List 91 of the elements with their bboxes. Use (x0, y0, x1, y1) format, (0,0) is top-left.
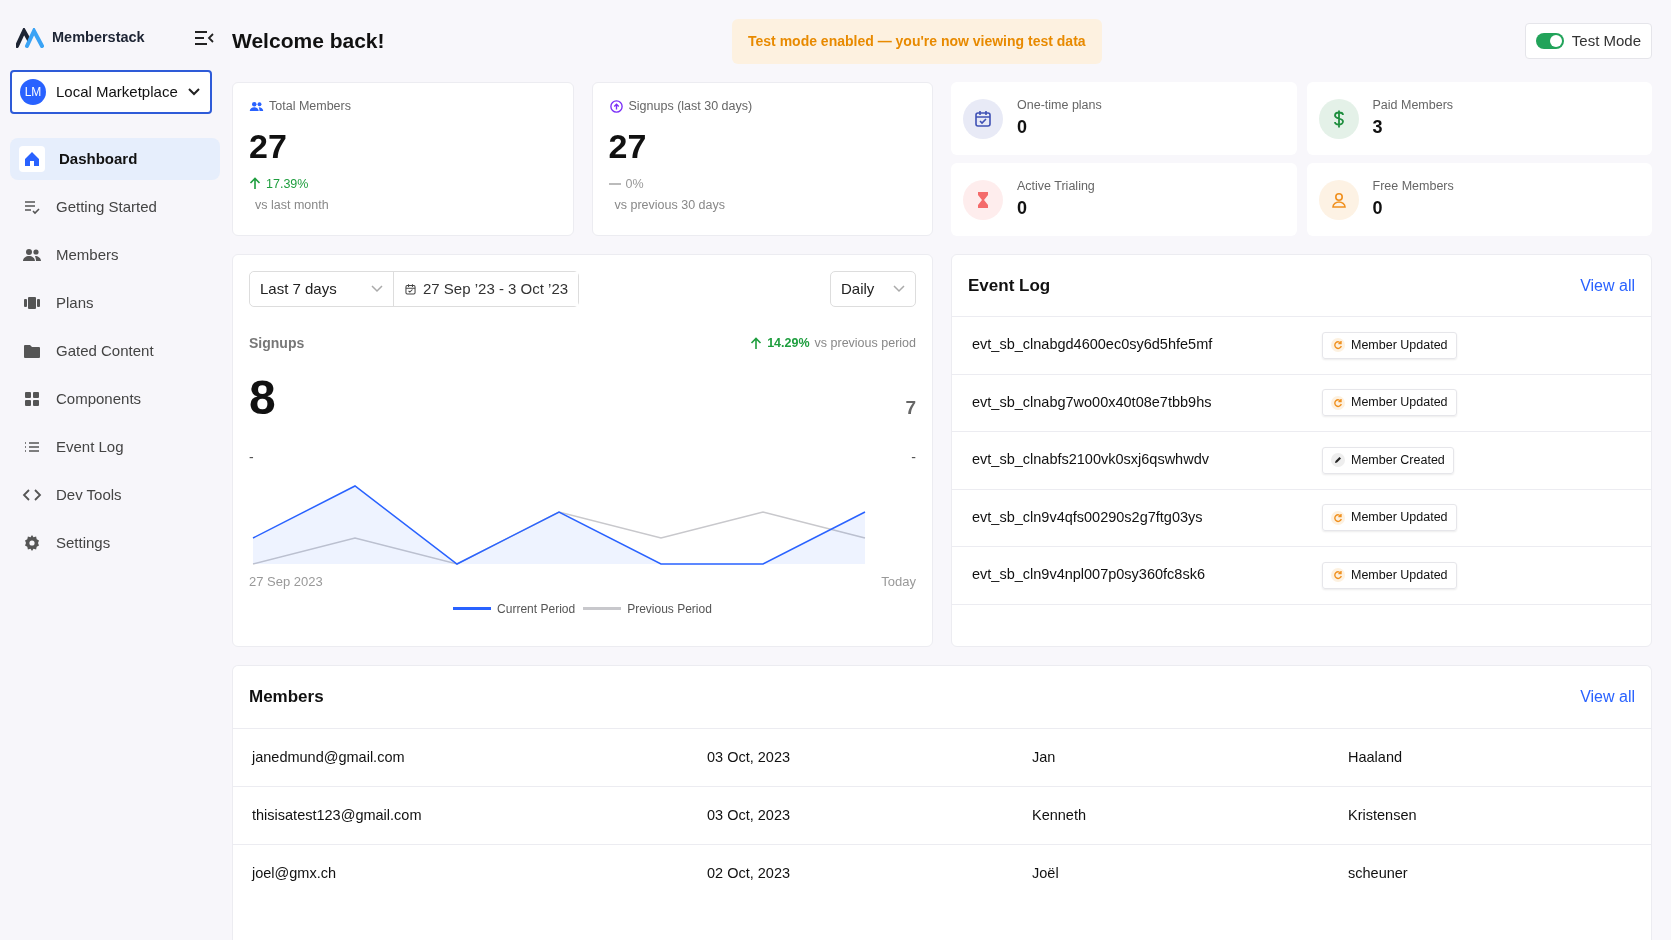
legend-label: Current Period (497, 600, 576, 618)
event-type-tag: Member Updated (1322, 504, 1457, 532)
table-cell-text: Kristensen (1348, 805, 1418, 825)
menu-icon[interactable] (194, 30, 214, 46)
grid-icon (22, 389, 42, 409)
sidebar-item[interactable]: Components (10, 378, 220, 420)
stat-label: Active Trialing (1017, 177, 1095, 195)
stat-note: vs last month (255, 197, 330, 215)
stat-label: Signups (last 30 days) (628, 98, 753, 115)
refresh-icon (1331, 395, 1345, 410)
previous-total: 7 (905, 395, 916, 420)
up-arrow-icon (750, 337, 763, 350)
marker: - (249, 450, 254, 464)
table-cell-text: janedmund@gmail.com (252, 747, 406, 767)
table-cell-text: 03 Oct, 2023 (707, 805, 792, 825)
table-cell-text: scheuner (1348, 863, 1409, 883)
stat-value: 3 (1372, 116, 1384, 140)
table-cell-text: Joël (1032, 863, 1060, 883)
table-cell-text: Kenneth (1032, 805, 1088, 825)
card-title: Members (249, 686, 324, 709)
chevron-down-icon (371, 285, 383, 293)
table-cell-text: 02 Oct, 2023 (707, 863, 792, 883)
test-mode-banner: Test mode enabled — you're now viewing test data (732, 18, 1102, 64)
chevron-down-icon (187, 88, 200, 96)
stat-value: 0 (1372, 197, 1384, 221)
sidebar-item[interactable]: Getting Started (10, 186, 220, 228)
settings-icon (22, 533, 42, 553)
stat-label: Total Members (269, 98, 351, 115)
event-type-tag: Member Created (1322, 446, 1454, 474)
table-cell-text: Haaland (1348, 747, 1403, 767)
logo-icon (16, 28, 44, 48)
calendar-icon (973, 108, 993, 129)
view-all-link[interactable]: View all (1580, 273, 1635, 298)
workspace-name: Local Marketplace (56, 81, 178, 102)
sidebar-item[interactable]: Dev Tools (10, 474, 220, 516)
card-title: Event Log (968, 274, 1051, 297)
stat-value: 0 (1017, 116, 1028, 140)
stat-label: Free Members (1372, 177, 1454, 195)
stat-label: One-time plans (1017, 96, 1102, 114)
workspace-selector[interactable]: LM Local Marketplace (10, 70, 212, 114)
avatar: LM (20, 79, 46, 105)
table-cell-text: thisisatest123@gmail.com (252, 805, 423, 825)
chart-title: Signups (249, 334, 305, 353)
interval-dropdown[interactable]: Daily (830, 271, 916, 307)
event-id: evt_sb_clnabg7wo00x40t08e7tbb9hs (972, 392, 1213, 412)
refresh-icon (1331, 510, 1345, 525)
dash-icon (608, 181, 621, 186)
event-id: evt_sb_cln9v4qfs00290s2g7ftg03ys (972, 507, 1204, 527)
event-type-tag: Member Updated (1322, 331, 1457, 359)
sidebar-item[interactable]: Event Log (10, 426, 220, 468)
pencil-icon (1331, 453, 1345, 468)
sidebar-item[interactable]: Plans (10, 282, 220, 324)
change-value: 17.39% (266, 175, 309, 193)
event-id: evt_sb_clnabfs2100vk0sxj6qswhwdv (972, 450, 1210, 470)
chevron-down-icon (893, 285, 905, 293)
axis-label: 27 Sep 2023 (249, 573, 323, 591)
sidebar-item[interactable]: Members (10, 234, 220, 276)
refresh-icon (1331, 568, 1345, 583)
sidebar-item[interactable]: Dashboard (10, 138, 220, 180)
marker: - (911, 450, 916, 464)
stat-value: 0 (1017, 197, 1028, 221)
change-note: vs previous period (814, 335, 916, 353)
toggle-label: Test Mode (1571, 30, 1641, 51)
change-value: 14.29% (767, 335, 810, 353)
test-mode-toggle[interactable]: Test Mode (1524, 22, 1652, 60)
stat-value: 27 (249, 125, 288, 167)
sidebar-item[interactable]: Settings (10, 522, 220, 564)
refresh-icon (1331, 338, 1345, 353)
legend-label: Previous Period (627, 600, 712, 618)
axis-label: Today (881, 573, 916, 591)
page-title: Welcome back! (232, 28, 386, 54)
calendar-icon (404, 282, 417, 296)
logo-text: Memberstack (52, 28, 145, 48)
table-cell-text: 03 Oct, 2023 (707, 747, 792, 767)
up-arrow-icon (249, 177, 261, 191)
table-cell-text: Jan (1032, 747, 1057, 767)
event-type-tag: Member Updated (1322, 561, 1457, 589)
stat-label: Paid Members (1372, 96, 1454, 114)
view-all-link[interactable]: View all (1580, 685, 1635, 709)
toggle-switch[interactable] (1535, 33, 1564, 49)
stat-note: vs previous 30 days (614, 197, 726, 215)
home-icon (22, 149, 42, 169)
change-value: 0% (625, 175, 644, 193)
event-id: evt_sb_cln9v4npl007p0sy360fc8sk6 (972, 565, 1206, 585)
stat-value: 27 (608, 125, 648, 167)
current-total: 8 (249, 374, 276, 422)
sidebar-item[interactable]: Gated Content (10, 330, 220, 372)
table-cell-text: joel@gmx.ch (252, 863, 338, 883)
event-id: evt_sb_clnabgd4600ec0sy6d5hfe5mf (972, 335, 1214, 355)
event-type-tag: Member Updated (1322, 389, 1457, 417)
date-range-picker[interactable]: 27 Sep ’23 - 3 Oct ’23 (393, 272, 579, 306)
